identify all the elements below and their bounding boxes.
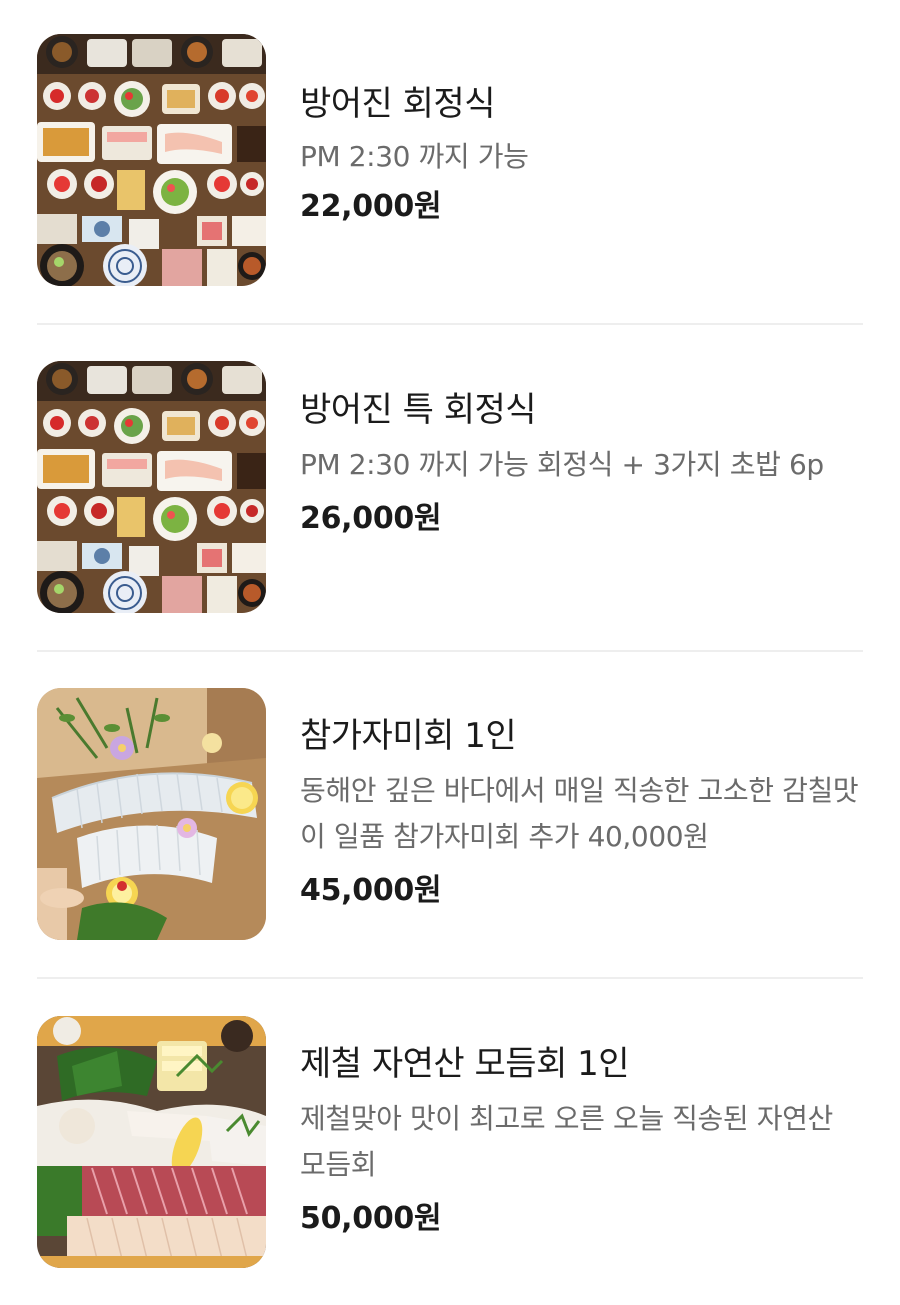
menu-item-price: 22,000원 [300, 189, 442, 224]
sashimi-set-meal-photo [37, 361, 266, 613]
divider [37, 977, 863, 979]
menu-item[interactable]: 제철 자연산 모듬회 1인 제철맞아 맛이 최고로 오른 오늘 직송된 자연산 … [0, 980, 900, 1305]
menu-list: 방어진 회정식 PM 2:30 까지 가능 22,000원 방어진 특 회정식 … [0, 0, 900, 1305]
sashimi-set-meal-photo [37, 34, 266, 286]
menu-item-description: 제철맞아 맛이 최고로 오른 오늘 직송된 자연산 모듬회 [300, 1102, 833, 1181]
menu-item[interactable]: 방어진 회정식 PM 2:30 까지 가능 22,000원 [0, 0, 900, 324]
menu-item-name: 참가자미회 1인 [300, 716, 517, 756]
menu-item-description: PM 2:30 까지 가능 회정식 + 3가지 초밥 6p [300, 448, 824, 481]
menu-item-price: 45,000원 [300, 873, 442, 908]
menu-item-name: 제철 자연산 모듬회 1인 [300, 1044, 630, 1084]
menu-item-info: 참가자미회 1인 동해안 깊은 바다에서 매일 직송한 고소한 감칠맛이 일품 … [300, 712, 860, 914]
flounder-sashimi-platter-photo [37, 688, 266, 940]
divider [37, 323, 863, 325]
assorted-sashimi-platter-photo [37, 1016, 266, 1268]
menu-item[interactable]: 참가자미회 1인 동해안 깊은 바다에서 매일 직송한 고소한 감칠맛이 일품 … [0, 652, 900, 978]
menu-item-price: 26,000원 [300, 501, 442, 536]
menu-item-name: 방어진 특 회정식 [300, 390, 537, 430]
menu-item-description: PM 2:30 까지 가능 [300, 140, 529, 173]
menu-item-info: 방어진 회정식 PM 2:30 까지 가능 22,000원 [300, 80, 860, 230]
menu-item-info: 방어진 특 회정식 PM 2:30 까지 가능 회정식 + 3가지 초밥 6p … [300, 386, 860, 542]
menu-item-description: 동해안 깊은 바다에서 매일 직송한 고소한 감칠맛이 일품 참가자미회 추가 … [300, 774, 859, 853]
menu-item-name: 방어진 회정식 [300, 84, 496, 124]
menu-item-price: 50,000원 [300, 1201, 442, 1236]
menu-item-info: 제철 자연산 모듬회 1인 제철맞아 맛이 최고로 오른 오늘 직송된 자연산 … [300, 1040, 860, 1242]
menu-item[interactable]: 방어진 특 회정식 PM 2:30 까지 가능 회정식 + 3가지 초밥 6p … [0, 326, 900, 650]
